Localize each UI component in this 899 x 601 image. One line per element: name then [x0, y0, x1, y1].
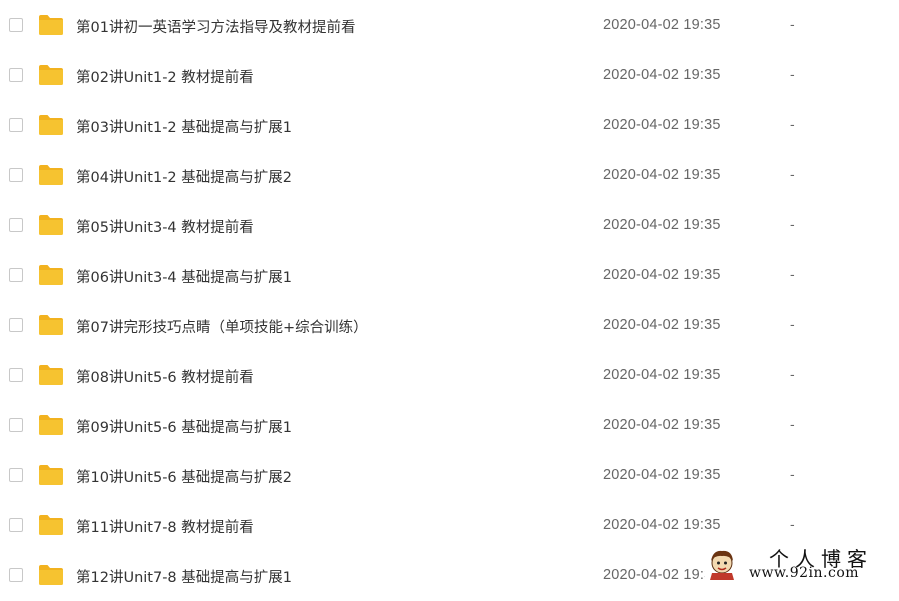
modified-date: 2020-04-02 19:35	[603, 267, 721, 283]
file-name[interactable]: 第09讲Unit5-6 基础提高与扩展1	[76, 416, 292, 437]
folder-icon	[39, 165, 63, 185]
folder-icon	[39, 115, 63, 135]
file-size: -	[790, 266, 795, 282]
mascot-icon	[710, 550, 734, 580]
file-size: -	[790, 116, 795, 132]
row-checkbox[interactable]	[9, 518, 23, 532]
modified-date: 2020-04-02 19:35	[603, 517, 721, 533]
file-name[interactable]: 第02讲Unit1-2 教材提前看	[76, 66, 254, 87]
file-row[interactable]: 第01讲初一英语学习方法指导及教材提前看 2020-04-02 19:35 -	[0, 1, 899, 51]
file-name[interactable]: 第03讲Unit1-2 基础提高与扩展1	[76, 116, 292, 137]
row-checkbox[interactable]	[9, 18, 23, 32]
file-size: -	[790, 416, 795, 432]
folder-icon	[39, 65, 63, 85]
file-row[interactable]: 第08讲Unit5-6 教材提前看 2020-04-02 19:35 -	[0, 351, 899, 401]
row-checkbox[interactable]	[9, 368, 23, 382]
file-name[interactable]: 第12讲Unit7-8 基础提高与扩展1	[76, 566, 292, 587]
file-row[interactable]: 第06讲Unit3-4 基础提高与扩展1 2020-04-02 19:35 -	[0, 251, 899, 301]
watermark-url: www.92in.com	[749, 565, 860, 581]
file-row[interactable]: 第02讲Unit1-2 教材提前看 2020-04-02 19:35 -	[0, 51, 899, 101]
row-checkbox[interactable]	[9, 168, 23, 182]
file-list: 第01讲初一英语学习方法指导及教材提前看 2020-04-02 19:35 - …	[0, 0, 899, 587]
row-checkbox[interactable]	[9, 568, 23, 582]
file-size: -	[790, 166, 795, 182]
file-name[interactable]: 第04讲Unit1-2 基础提高与扩展2	[76, 166, 292, 187]
file-row[interactable]: 第07讲完形技巧点睛（单项技能+综合训练） 2020-04-02 19:35 -	[0, 301, 899, 351]
modified-date: 2020-04-02 19:35	[603, 417, 721, 433]
file-name[interactable]: 第10讲Unit5-6 基础提高与扩展2	[76, 466, 292, 487]
folder-icon	[39, 465, 63, 485]
file-size: -	[790, 16, 795, 32]
modified-date: 2020-04-02 19:35	[603, 367, 721, 383]
folder-icon	[39, 365, 63, 385]
file-name[interactable]: 第01讲初一英语学习方法指导及教材提前看	[76, 16, 355, 37]
row-checkbox[interactable]	[9, 318, 23, 332]
site-watermark: 个人博客 www.92in.com	[705, 543, 899, 585]
modified-date: 2020-04-02 19:35	[603, 567, 721, 583]
file-size: -	[790, 516, 795, 532]
file-name[interactable]: 第05讲Unit3-4 教材提前看	[76, 216, 254, 237]
file-size: -	[790, 66, 795, 82]
file-row[interactable]: 第05讲Unit3-4 教材提前看 2020-04-02 19:35 -	[0, 201, 899, 251]
file-row[interactable]: 第09讲Unit5-6 基础提高与扩展1 2020-04-02 19:35 -	[0, 401, 899, 451]
modified-date: 2020-04-02 19:35	[603, 317, 721, 333]
row-checkbox[interactable]	[9, 268, 23, 282]
file-name[interactable]: 第06讲Unit3-4 基础提高与扩展1	[76, 266, 292, 287]
folder-icon	[39, 265, 63, 285]
file-name[interactable]: 第08讲Unit5-6 教材提前看	[76, 366, 254, 387]
file-name[interactable]: 第11讲Unit7-8 教材提前看	[76, 516, 254, 537]
modified-date: 2020-04-02 19:35	[603, 67, 721, 83]
file-row[interactable]: 第04讲Unit1-2 基础提高与扩展2 2020-04-02 19:35 -	[0, 151, 899, 201]
row-checkbox[interactable]	[9, 418, 23, 432]
modified-date: 2020-04-02 19:35	[603, 467, 721, 483]
row-checkbox[interactable]	[9, 218, 23, 232]
file-size: -	[790, 216, 795, 232]
row-checkbox[interactable]	[9, 68, 23, 82]
file-size: -	[790, 316, 795, 332]
folder-icon	[39, 565, 63, 585]
row-checkbox[interactable]	[9, 118, 23, 132]
file-row[interactable]: 第10讲Unit5-6 基础提高与扩展2 2020-04-02 19:35 -	[0, 451, 899, 501]
folder-icon	[39, 415, 63, 435]
folder-icon	[39, 315, 63, 335]
file-name[interactable]: 第07讲完形技巧点睛（单项技能+综合训练）	[76, 316, 368, 337]
file-size: -	[790, 466, 795, 482]
file-row[interactable]: 第03讲Unit1-2 基础提高与扩展1 2020-04-02 19:35 -	[0, 101, 899, 151]
folder-icon	[39, 515, 63, 535]
modified-date: 2020-04-02 19:35	[603, 17, 721, 33]
file-size: -	[790, 366, 795, 382]
modified-date: 2020-04-02 19:35	[603, 217, 721, 233]
modified-date: 2020-04-02 19:35	[603, 117, 721, 133]
row-checkbox[interactable]	[9, 468, 23, 482]
folder-icon	[39, 15, 63, 35]
folder-icon	[39, 215, 63, 235]
modified-date: 2020-04-02 19:35	[603, 167, 721, 183]
